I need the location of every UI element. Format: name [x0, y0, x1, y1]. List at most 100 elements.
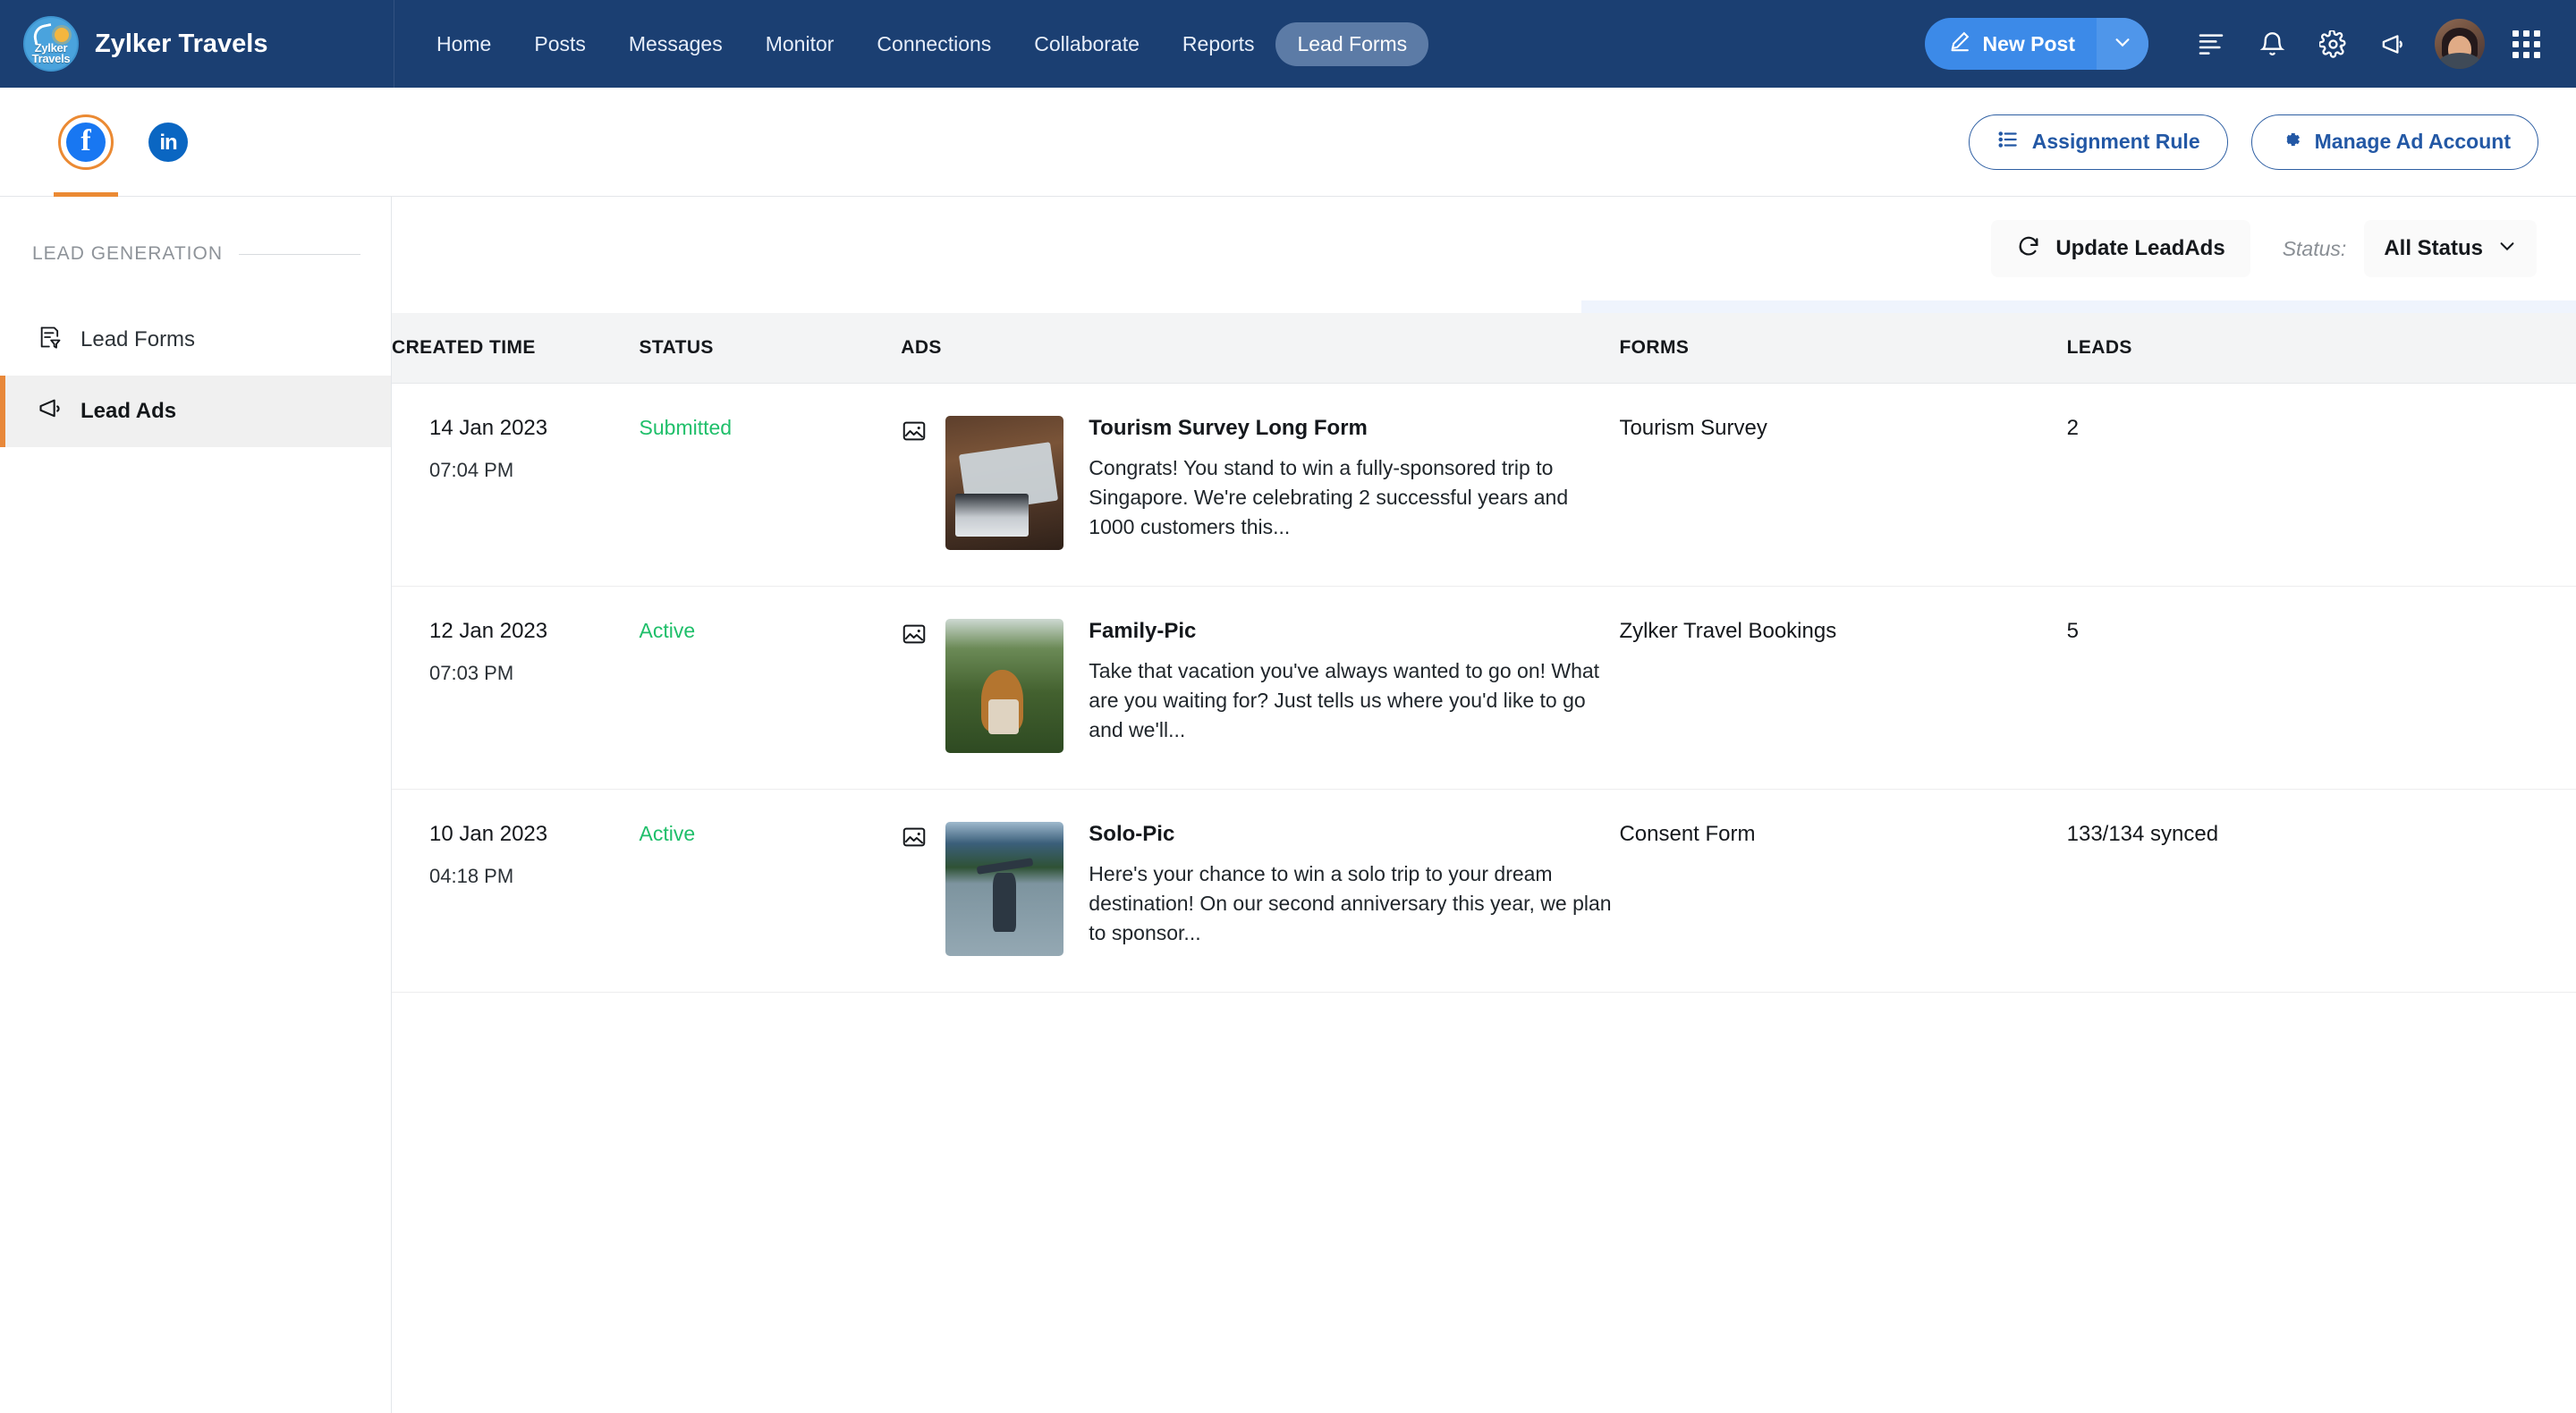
status-filter-dropdown[interactable]: All Status [2364, 220, 2537, 277]
cell-form: Consent Form [1619, 789, 2067, 993]
cell-leads: 5 [2066, 586, 2576, 790]
ad-title[interactable]: Tourism Survey Long Form [1089, 416, 1619, 441]
cell-form: Tourism Survey [1619, 383, 2067, 587]
form-filter-icon [38, 325, 63, 356]
manage-ad-account-label: Manage Ad Account [2314, 130, 2511, 153]
nav-item-monitor[interactable]: Monitor [744, 22, 856, 66]
ad-description: Congrats! You stand to win a fully-spons… [1089, 455, 1569, 538]
ad-title[interactable]: Family-Pic [1089, 619, 1619, 644]
column-header-created-time[interactable]: CREATED TIME [392, 313, 640, 384]
gear-icon [2279, 128, 2302, 157]
leads-count[interactable]: 2 [2067, 416, 2079, 440]
cell-ad: Tourism Survey Long Form Congrats! You s… [901, 383, 1620, 587]
bell-icon[interactable] [2241, 13, 2302, 74]
status-filter-value: All Status [2384, 236, 2483, 260]
image-icon [901, 621, 928, 647]
logo-text: Zylker Travels [25, 42, 77, 65]
cell-ad: Solo-Pic Here's your chance to win a sol… [901, 789, 1620, 993]
list-bullets-icon [1996, 128, 2020, 157]
ad-thumbnail[interactable] [945, 415, 1064, 550]
leads-count[interactable]: 133/134 synced [2067, 822, 2218, 846]
leads-count[interactable]: 5 [2067, 619, 2079, 643]
gear-icon[interactable] [2302, 13, 2363, 74]
table-row[interactable]: 12 Jan 2023 07:03 PM Active Family-Pic T… [392, 586, 2576, 790]
pencil-icon [1948, 30, 1971, 58]
column-header-leads[interactable]: LEADS [2066, 313, 2576, 384]
created-time: 07:04 PM [429, 458, 514, 481]
nav-item-collaborate[interactable]: Collaborate [1013, 22, 1161, 66]
cell-leads: 133/134 synced [2066, 789, 2576, 993]
ad-text: Family-Pic Take that vacation you've alw… [1089, 619, 1619, 745]
top-navigation-bar: Zylker Travels Zylker Travels Home Posts… [0, 0, 2576, 88]
megaphone-icon [38, 396, 63, 427]
column-header-forms[interactable]: FORMS [1619, 313, 2067, 384]
brand-zone[interactable]: Zylker Travels Zylker Travels [0, 0, 394, 88]
status-filter-label: Status: [2282, 236, 2347, 260]
ad-description: Here's your chance to win a solo trip to… [1089, 861, 1612, 944]
created-date: 14 Jan 2023 [429, 415, 548, 440]
created-date: 10 Jan 2023 [429, 821, 548, 846]
facebook-icon: f [66, 122, 106, 162]
created-time: 07:03 PM [429, 661, 514, 684]
manage-ad-account-button[interactable]: Manage Ad Account [2250, 114, 2538, 170]
cell-created-time: 14 Jan 2023 07:04 PM [392, 383, 640, 587]
new-post-label: New Post [1982, 31, 2075, 55]
ad-thumbnail[interactable] [945, 618, 1064, 753]
ad-text: Tourism Survey Long Form Congrats! You s… [1089, 416, 1619, 542]
subheader-actions: Assignment Rule Manage Ad Account [1968, 114, 2538, 170]
update-leadads-label: Update LeadAds [2055, 236, 2225, 260]
refresh-icon [2016, 233, 2041, 265]
image-icon [901, 418, 928, 444]
cell-status: Submitted [639, 383, 902, 587]
created-time: 04:18 PM [429, 864, 514, 887]
nav-item-posts[interactable]: Posts [513, 22, 607, 66]
megaphone-icon[interactable] [2363, 13, 2424, 74]
sidebar-item-lead-forms[interactable]: Lead Forms [0, 304, 391, 376]
form-name[interactable]: Zylker Travel Bookings [1619, 619, 1836, 643]
column-header-status[interactable]: STATUS [639, 313, 902, 384]
lead-ads-table: CREATED TIME STATUS ADS FORMS LEADS 14 J… [392, 313, 2576, 993]
table-row[interactable]: 10 Jan 2023 04:18 PM Active Solo-Pic Her… [392, 789, 2576, 993]
new-post-dropdown-toggle[interactable] [2097, 18, 2148, 70]
chevron-down-icon [2497, 236, 2517, 262]
cell-form: Zylker Travel Bookings [1619, 586, 2067, 790]
cell-status: Active [639, 789, 902, 993]
sidebar-item-label: Lead Forms [80, 327, 196, 351]
ad-cell: Tourism Survey Long Form Congrats! You s… [901, 415, 1619, 550]
cell-leads: 2 [2066, 383, 2576, 587]
brand-title: Zylker Travels [95, 29, 268, 58]
channel-tab-facebook[interactable]: f [45, 88, 127, 197]
new-post-main[interactable]: New Post [1925, 18, 2097, 70]
ad-thumbnail[interactable] [945, 821, 1064, 956]
channel-tabs: f in [0, 88, 209, 197]
ad-title[interactable]: Solo-Pic [1089, 822, 1619, 847]
nav-item-lead-forms[interactable]: Lead Forms [1275, 21, 1429, 66]
list-lines-icon[interactable] [2181, 13, 2241, 74]
channel-tab-linkedin[interactable]: in [127, 88, 209, 197]
assignment-rule-button[interactable]: Assignment Rule [1968, 114, 2228, 170]
new-post-button[interactable]: New Post [1925, 18, 2148, 70]
apps-grid-icon[interactable] [2496, 13, 2556, 74]
channel-subheader: f in Assignment Rule Manage Ad Account [0, 88, 2576, 197]
sidebar-item-lead-ads[interactable]: Lead Ads [0, 376, 391, 447]
table-header-row: CREATED TIME STATUS ADS FORMS LEADS [392, 313, 2576, 384]
column-header-ads[interactable]: ADS [901, 313, 1620, 384]
cell-created-time: 12 Jan 2023 07:03 PM [392, 586, 640, 790]
cell-status: Active [639, 586, 902, 790]
avatar[interactable] [2435, 19, 2485, 69]
update-leadads-button[interactable]: Update LeadAds [1991, 220, 2250, 277]
cell-ad: Family-Pic Take that vacation you've alw… [901, 586, 1620, 790]
avatar-body [2439, 53, 2480, 69]
table-row[interactable]: 14 Jan 2023 07:04 PM Submitted Tourism S… [392, 383, 2576, 587]
nav-item-reports[interactable]: Reports [1161, 22, 1276, 66]
nav-item-home[interactable]: Home [415, 22, 513, 66]
table-header: CREATED TIME STATUS ADS FORMS LEADS [392, 313, 2576, 384]
logo-line-2: Travels [31, 52, 71, 65]
nav-item-messages[interactable]: Messages [607, 22, 744, 66]
sidebar-item-label: Lead Ads [80, 399, 177, 423]
form-name[interactable]: Consent Form [1619, 822, 1755, 846]
assignment-rule-label: Assignment Rule [2031, 130, 2200, 153]
form-name[interactable]: Tourism Survey [1619, 416, 1767, 440]
nav-item-connections[interactable]: Connections [855, 22, 1013, 66]
status-badge: Active [639, 618, 696, 642]
